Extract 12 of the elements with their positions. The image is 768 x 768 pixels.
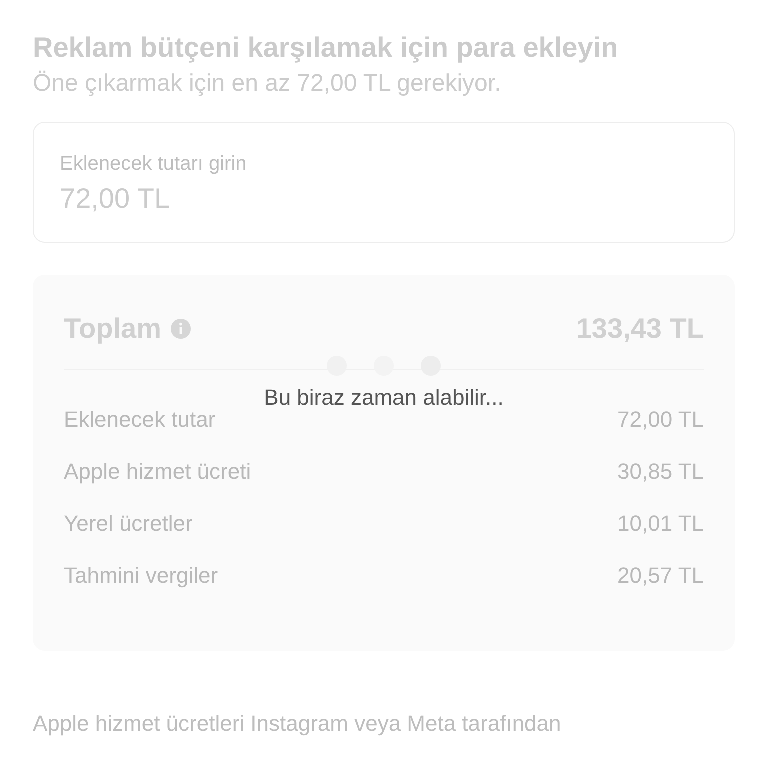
fee-value: 10,01 TL (618, 510, 704, 538)
fee-value: 72,00 TL (618, 406, 704, 434)
loading-message: Bu biraz zaman alabilir... (264, 384, 504, 412)
field-label: Eklenecek tutarı girin (60, 152, 248, 177)
fee-label: Apple hizmet ücreti (64, 458, 252, 486)
info-icon[interactable] (171, 319, 192, 339)
footnote: Apple hizmet ücretleri Instagram veya Meta tarafından (33, 711, 562, 737)
fee-value: 30,85 TL (618, 458, 704, 486)
fee-value: 20,57 TL (618, 562, 704, 590)
fee-label: Yerel ücretler (64, 510, 193, 538)
fee-label: Tahmini vergiler (64, 562, 218, 590)
fee-label: Eklenecek tutar (64, 406, 216, 434)
